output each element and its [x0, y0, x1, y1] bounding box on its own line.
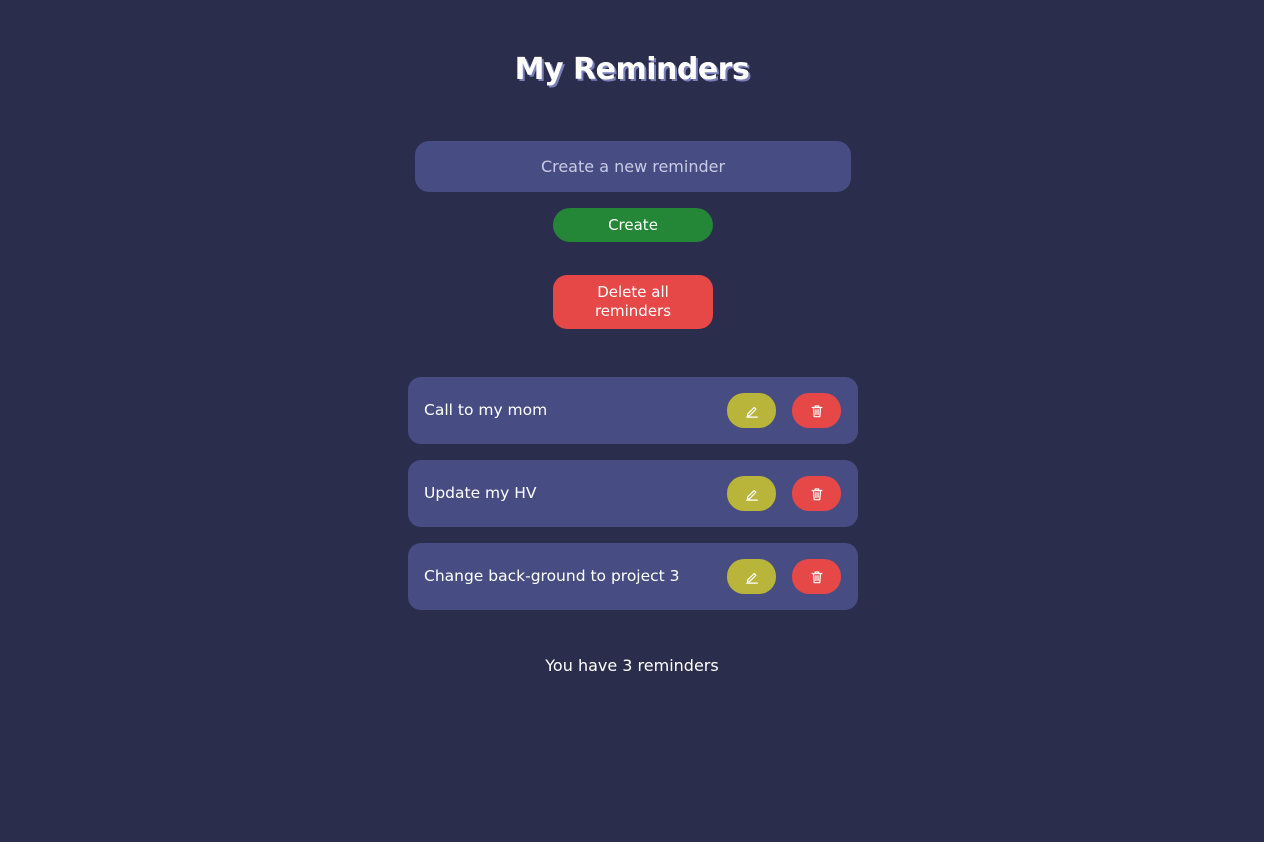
edit-button[interactable] [727, 393, 776, 428]
pencil-icon [745, 489, 758, 501]
edit-button[interactable] [727, 559, 776, 594]
pencil-icon [745, 572, 758, 584]
trash-icon [811, 487, 822, 500]
edit-button[interactable] [727, 476, 776, 511]
reminder-item: Update my HV [408, 460, 858, 527]
delete-button[interactable] [792, 476, 841, 511]
reminder-text: Call to my mom [424, 401, 548, 419]
reminders-app: My Reminders Create Delete all reminders… [0, 0, 1264, 842]
reminder-count: You have 3 reminders [545, 656, 719, 675]
delete-button[interactable] [792, 393, 841, 428]
trash-icon [811, 570, 822, 583]
reminder-item: Change back-ground to project 3 [408, 543, 858, 610]
delete-button[interactable] [792, 559, 841, 594]
reminder-text: Update my HV [424, 484, 537, 502]
new-reminder-input[interactable] [415, 141, 851, 192]
create-button[interactable]: Create [553, 208, 713, 242]
reminder-item: Call to my mom [408, 377, 858, 444]
pencil-icon [745, 406, 758, 418]
delete-all-button[interactable]: Delete all reminders [553, 275, 713, 329]
reminder-text: Change back-ground to project 3 [424, 567, 680, 585]
trash-icon [811, 404, 822, 417]
reminder-list: Call to my mom Update my HV Change back-… [408, 377, 858, 626]
page-title: My Reminders [514, 52, 750, 87]
